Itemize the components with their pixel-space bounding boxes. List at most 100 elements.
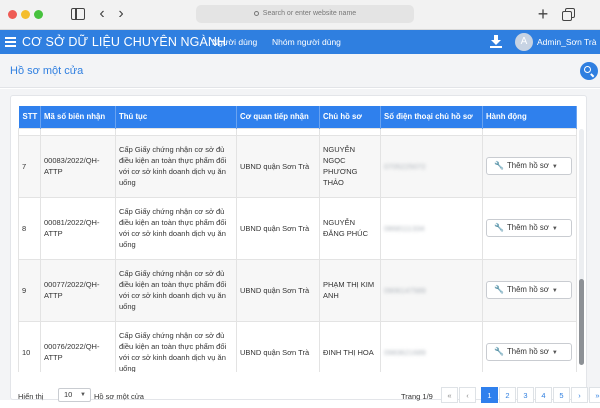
cell-stt: 10 [18,320,41,372]
content-area: STT Mã số biên nhận Thủ tục Cơ quan tiếp… [0,89,600,403]
address-bar-placeholder: Search or enter website name [262,10,357,17]
back-arrow-icon[interactable]: ‹ [96,6,108,22]
cell-phone: 0983621689 [380,320,483,372]
cell-phone: 0868111334 [380,196,483,260]
table-row: 7 00083/2022/QH-ATTP Cấp Giấy chứng nhận… [18,134,577,198]
sidebar-toggle-icon[interactable] [70,6,86,22]
table-header-row: STT Mã số biên nhận Thủ tục Cơ quan tiếp… [18,106,577,128]
cell-stt: 7 [18,134,41,198]
chevron-down-icon: ▼ [551,164,558,170]
table-row: 9 00077/2022/QH-ATTP Cấp Giấy chứng nhận… [18,258,577,322]
cell-stt: 8 [18,196,41,260]
page-4-button[interactable]: 4 [535,387,552,403]
records-card: STT Mã số biên nhận Thủ tục Cơ quan tiếp… [10,95,600,403]
address-bar[interactable]: Search or enter website name [196,5,414,23]
app-title[interactable]: CƠ SỞ DỮ LIỆU CHUYÊN NGÀNH [22,35,226,49]
column-header-owner[interactable]: Chủ hồ sơ [319,106,381,128]
page-size-value: 10 [64,390,73,399]
cell-action: 🔧 Thêm hồ sơ ▼ [482,258,577,322]
avatar[interactable]: A [515,33,533,51]
phone-number-blurred: 0983621689 [384,347,426,357]
add-record-label: Thêm hồ sơ [506,161,549,170]
cell-code: 00081/2022/QH-ATTP [40,196,116,260]
column-header-code[interactable]: Mã số biên nhận [40,106,116,128]
cell-agency: UBND quận Sơn Trà [236,320,320,372]
phone-number-blurred: 0705225072 [384,161,426,171]
add-record-label: Thêm hồ sơ [506,223,549,232]
cell-phone: 0705225072 [380,134,483,198]
nav-link-user-groups[interactable]: Nhóm người dùng [272,37,341,47]
cell-owner: NGUYỄN ĐĂNG PHÚC [319,196,381,260]
new-tab-icon[interactable]: + [536,5,550,23]
table-row: 10 00076/2022/QH-ATTP Cấp Giấy chứng nhậ… [18,320,577,372]
cell-agency: UBND quận Sơn Trà [236,196,320,260]
add-record-label: Thêm hồ sơ [506,347,549,356]
chevron-down-icon: ▼ [551,226,558,232]
add-record-button[interactable]: 🔧 Thêm hồ sơ ▼ [486,281,572,299]
scrollbar-thumb[interactable] [579,279,584,365]
wrench-icon: 🔧 [494,285,504,294]
cell-code: 00083/2022/QH-ATTP [40,134,116,198]
username[interactable]: Admin_Sơn Trà [537,37,596,47]
column-header-stt[interactable]: STT [18,106,41,128]
page-prev-button[interactable]: ‹ [459,387,476,403]
add-record-button[interactable]: 🔧 Thêm hồ sơ ▼ [486,157,572,175]
table-row [18,127,577,136]
wrench-icon: 🔧 [494,161,504,170]
search-icon [253,10,259,16]
tab-overview-icon[interactable] [561,6,575,22]
add-record-label: Thêm hồ sơ [506,285,549,294]
browser-toolbar: ‹ › Search or enter website name + [0,0,600,30]
cell-agency: UBND quận Sơn Trà [236,258,320,322]
cell-action: 🔧 Thêm hồ sơ ▼ [482,134,577,198]
cell-code: 00077/2022/QH-ATTP [40,258,116,322]
cell-action: 🔧 Thêm hồ sơ ▼ [482,320,577,372]
nav-link-users[interactable]: Người dùng [212,37,257,47]
cell-code: 00076/2022/QH-ATTP [40,320,116,372]
column-header-action: Hành động [482,106,577,128]
cell-procedure: Cấp Giấy chứng nhận cơ sở đủ điều kiện a… [115,258,237,322]
close-window-button[interactable] [8,10,17,19]
page-header: Hồ sơ một cửa [0,54,600,88]
chevron-down-icon: ▼ [80,392,86,398]
download-icon[interactable] [490,35,502,49]
page-next-button[interactable]: › [571,387,588,403]
cell-action: 🔧 Thêm hồ sơ ▼ [482,196,577,260]
records-table: STT Mã số biên nhận Thủ tục Cơ quan tiếp… [18,106,577,372]
page-first-button[interactable]: « [441,387,458,403]
column-header-phone[interactable]: Số điện thoại chủ hồ sơ [380,106,483,128]
wrench-icon: 🔧 [494,223,504,232]
page-3-button[interactable]: 3 [517,387,534,403]
page-5-button[interactable]: 5 [553,387,570,403]
app-navbar: CƠ SỞ DỮ LIỆU CHUYÊN NGÀNH Người dùng Nh… [0,30,600,54]
phone-number-blurred: 0868111334 [384,223,425,233]
add-record-button[interactable]: 🔧 Thêm hồ sơ ▼ [486,219,572,237]
wrench-icon: 🔧 [494,347,504,356]
forward-arrow-icon[interactable]: › [115,6,127,22]
page-1-button[interactable]: 1 [481,387,498,403]
cell-agency: UBND quận Sơn Trà [236,134,320,198]
add-record-button[interactable]: 🔧 Thêm hồ sơ ▼ [486,343,572,361]
cell-phone: 0906147589 [380,258,483,322]
chevron-down-icon: ▼ [551,350,558,356]
maximize-window-button[interactable] [34,10,43,19]
table-scrollbar[interactable] [579,129,584,365]
page-last-button[interactable]: » [589,387,600,403]
page-title: Hồ sơ một cửa [10,65,84,77]
search-icon [584,66,591,73]
page-2-button[interactable]: 2 [499,387,516,403]
search-button[interactable] [580,62,598,80]
chevron-down-icon: ▼ [551,288,558,294]
cell-owner: NGUYỄN NGỌC PHƯƠNG THẢO [319,134,381,198]
column-header-procedure[interactable]: Thủ tục [115,106,237,128]
table-row: 8 00081/2022/QH-ATTP Cấp Giấy chứng nhận… [18,196,577,260]
phone-number-blurred: 0906147589 [384,285,426,295]
table-scroll-area[interactable]: STT Mã số biên nhận Thủ tục Cơ quan tiếp… [18,106,581,372]
cell-procedure: Cấp Giấy chứng nhận cơ sở đủ điều kiện a… [115,196,237,260]
cell-owner: PHẠM THỊ KIM ANH [319,258,381,322]
column-header-agency[interactable]: Cơ quan tiếp nhận [236,106,320,128]
menu-icon[interactable] [5,37,16,47]
cell-owner: ĐINH THỊ HOA [319,320,381,372]
cell-stt: 9 [18,258,41,322]
minimize-window-button[interactable] [21,10,30,19]
